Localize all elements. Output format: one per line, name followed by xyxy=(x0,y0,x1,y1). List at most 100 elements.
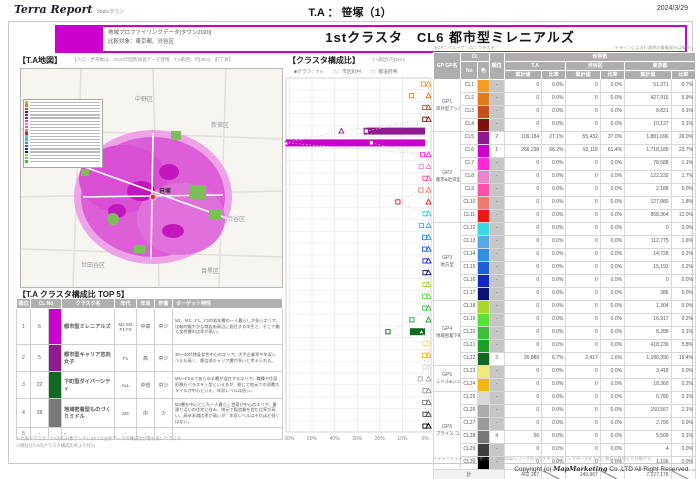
cl-rank: - xyxy=(489,106,504,119)
cl-color-swatch xyxy=(478,93,489,106)
th-ratio-ta: 比率 xyxy=(542,71,566,80)
cl-no: 6 xyxy=(31,309,49,345)
title-bar-info: 地域プロファイリングデータ[タウン2020] 比較対象：東京都、渋谷区 xyxy=(103,27,215,51)
city-agg: 0 xyxy=(566,197,600,210)
legend-label-bar xyxy=(30,145,101,146)
city-ratio: 0.0% xyxy=(600,210,624,223)
pref-agg: 418,239 xyxy=(625,340,672,353)
city-ratio: 1.6% xyxy=(600,353,624,366)
pref-ratio: 0.1% xyxy=(671,431,695,444)
cl-rank: - xyxy=(489,197,504,210)
gp-group-cell: GP5ミドル&シニア マジョリティ xyxy=(434,366,461,392)
ta-ratio: 27.1% xyxy=(542,132,566,145)
top5-header-row: 順位 CL No クラスタ名 年代 年収 貯蓄 ターゲット特性 xyxy=(17,299,283,309)
cluster-name: 都市型キャリア志向女子 xyxy=(62,345,115,372)
city-agg: 0 xyxy=(566,418,600,431)
city-ratio: 0.0% xyxy=(600,119,624,132)
cl-no: CL8 xyxy=(461,171,478,184)
col-savings: 貯蓄 xyxy=(155,299,173,309)
city-agg: 0 xyxy=(566,275,600,288)
pref-agg: 0 xyxy=(625,275,672,288)
legend-color-chip xyxy=(25,117,28,119)
th-agg-pref: 集計値 xyxy=(625,71,672,80)
legend-color-chip xyxy=(25,108,28,110)
pref-agg: 14,728 xyxy=(625,249,672,262)
cl-no: CL27 xyxy=(461,418,478,431)
cl-color-swatch xyxy=(478,340,489,353)
cl-rank: 3 xyxy=(489,353,504,366)
city-ratio: 0.0% xyxy=(600,288,624,301)
cluster-row-cl22: CL22326,8896.7%2,4171.6%1,186,39016.4% xyxy=(434,353,696,366)
cl-no: CL12 xyxy=(461,223,478,236)
col-age: 年代 xyxy=(115,299,137,309)
pref-ratio: 2.1% xyxy=(671,405,695,418)
pref-agg: 10,127 xyxy=(625,119,672,132)
legend-color-chip xyxy=(25,135,28,137)
cl-rank: - xyxy=(489,275,504,288)
col-cluster-name: クラスタ名 xyxy=(62,299,115,309)
age: M3 xyxy=(115,399,137,428)
svg-text:20%: 20% xyxy=(375,436,386,442)
cluster-row-cl25: GP6プライス コンシャスCL25-00.0%00.0%6,7800.1% xyxy=(434,392,696,405)
cl-color-swatch xyxy=(478,327,489,340)
cluster-name: 地域密着型ものづくりミドル xyxy=(62,399,115,428)
pref-agg: 386 xyxy=(625,288,672,301)
cl-rank: - xyxy=(489,301,504,314)
city-agg: 0 xyxy=(566,223,600,236)
savings: 中少 xyxy=(155,345,173,372)
city-ratio: 61.4% xyxy=(600,145,624,158)
legend-label-bar xyxy=(30,161,101,162)
th-ratio-city: 比率 xyxy=(600,71,624,80)
col-cl-no: CL No xyxy=(31,299,62,309)
legend-label-bar xyxy=(30,121,101,122)
city-agg: 92,118 xyxy=(566,145,600,158)
city-ratio: 0.0% xyxy=(600,405,624,418)
cl-color-swatch xyxy=(478,275,489,288)
chart-range-note: T.A範囲:円[3km] xyxy=(372,57,405,63)
svg-text:60%: 60% xyxy=(285,436,295,442)
target-traits: M3層を中心とした一人暮らし世帯が中心のエリア。裏通り沿いの住宅に住み、地元で製… xyxy=(173,399,283,428)
th-ratio-pref: 比率 xyxy=(671,71,695,80)
ta-ratio: 0.0% xyxy=(542,106,566,119)
svg-text:世田谷区: 世田谷区 xyxy=(81,261,105,269)
pref-agg: 1,881,696 xyxy=(625,132,672,145)
cl-no: CL22 xyxy=(461,353,478,366)
pref-agg: 127,880 xyxy=(625,197,672,210)
col-traits: ターゲット特性 xyxy=(173,299,283,309)
cluster-row-cl3: CL3-00.0%00.0%8,8210.1% xyxy=(434,106,696,119)
gp-group-cell: GP4地域密着下町型 xyxy=(434,301,461,366)
cluster-table-footnote: ※テラクラスタ（クラスタ）は、TerraMapシリーズのジオデモグラフィックデー… xyxy=(433,456,695,462)
ta-ratio: 0.0% xyxy=(542,158,566,171)
ta-ratio: 0.0% xyxy=(542,379,566,392)
th-rank: 順位 xyxy=(489,53,504,80)
legend-label-bar xyxy=(30,136,101,137)
city-ratio: 0.0% xyxy=(600,444,624,457)
savings: 中少 xyxy=(155,309,173,345)
cl-no: CL5 xyxy=(461,132,478,145)
cl-color-swatch xyxy=(49,309,62,345)
top5-table: 順位 CL No クラスタ名 年代 年収 貯蓄 ターゲット特性 16都市型ミレニ… xyxy=(16,298,283,440)
cluster-row-cl15: CL15-00.0%00.0%15,1930.2% xyxy=(434,262,696,275)
city-agg: 2,417 xyxy=(566,353,600,366)
ta-ratio: 0.0% xyxy=(542,392,566,405)
gp-group-cell: GP2都市&近郊型ヤング xyxy=(434,132,461,223)
ta-ratio: 0.0% xyxy=(542,301,566,314)
cluster-table: GP GP名 CL 順位 世帯数 No 色 T.A 渋谷区 東京都 集計値 比率… xyxy=(433,52,696,479)
ta-agg: 0 xyxy=(504,288,541,301)
ta-agg: 0 xyxy=(504,197,541,210)
city-ratio: 0.0% xyxy=(600,80,624,93)
legend-label-bar xyxy=(30,155,101,156)
ta-ratio: 0.0% xyxy=(542,418,566,431)
ta-ratio: 0.0% xyxy=(542,431,566,444)
pref-ratio: 0.0% xyxy=(671,366,695,379)
city-agg: 0 xyxy=(566,444,600,457)
ta-ratio: 0.0% xyxy=(542,236,566,249)
rank: 4 xyxy=(17,399,31,428)
city-ratio: 0.0% xyxy=(600,262,624,275)
legend-color-chip xyxy=(25,114,28,116)
cl-rank: - xyxy=(489,288,504,301)
pref-agg: 18,360 xyxy=(625,379,672,392)
ta-center-marker xyxy=(150,194,156,200)
cl-no: CL16 xyxy=(461,275,478,288)
legend-color-chip xyxy=(25,111,28,113)
